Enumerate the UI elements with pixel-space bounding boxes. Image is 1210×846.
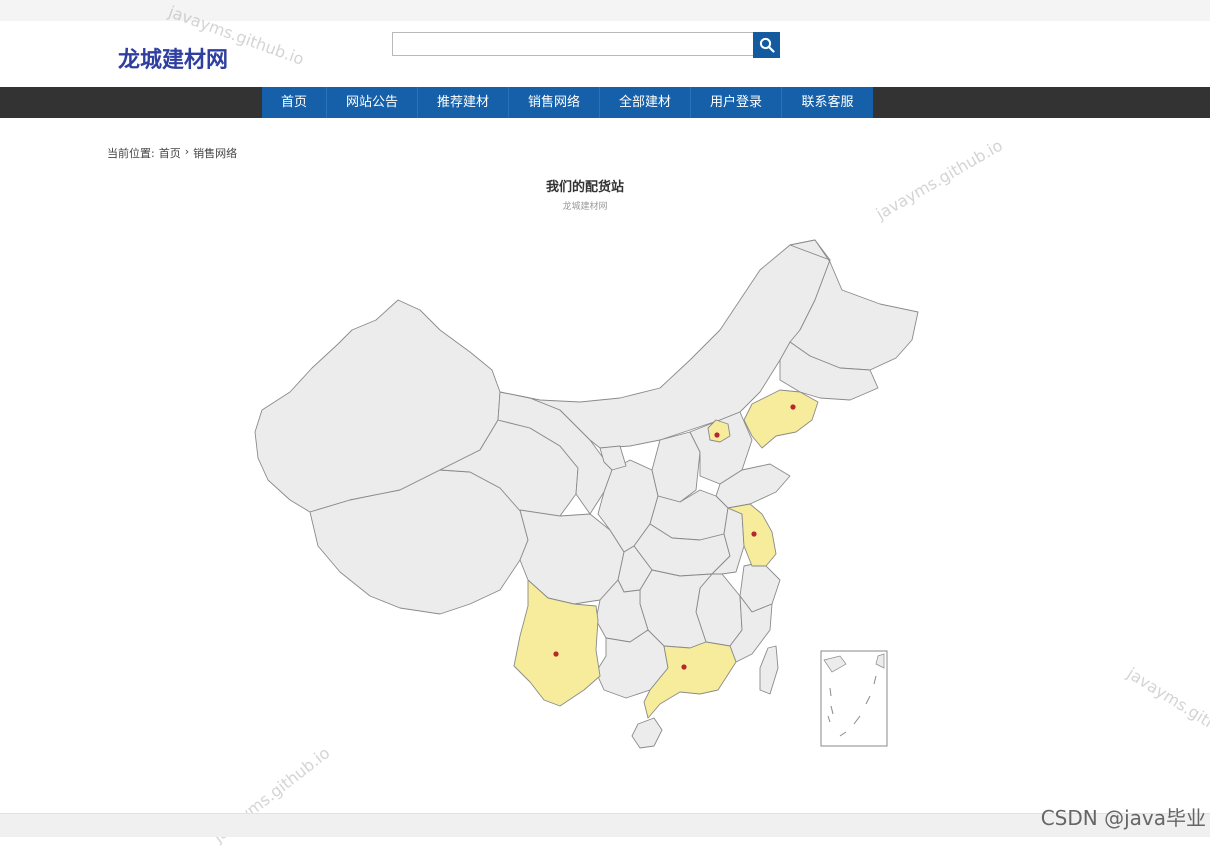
map-marker-liaoning[interactable] (790, 404, 796, 410)
footer-bar (0, 813, 1210, 837)
map-marker-guangdong[interactable] (681, 664, 687, 670)
map-marker-yunnan[interactable] (553, 651, 559, 657)
map-region-shanxi[interactable] (651, 431, 701, 503)
map-marker-jiangsu[interactable] (751, 531, 757, 537)
map-marker-beijing[interactable] (714, 432, 720, 438)
south-china-sea-inset (820, 650, 888, 747)
china-map (254, 239, 919, 749)
map-region-hainan[interactable] (631, 717, 663, 749)
map-region-taiwan[interactable] (759, 645, 779, 695)
map-region-liaoning[interactable] (743, 389, 819, 449)
footer-credit: CSDN @java毕业 (1040, 806, 1206, 830)
